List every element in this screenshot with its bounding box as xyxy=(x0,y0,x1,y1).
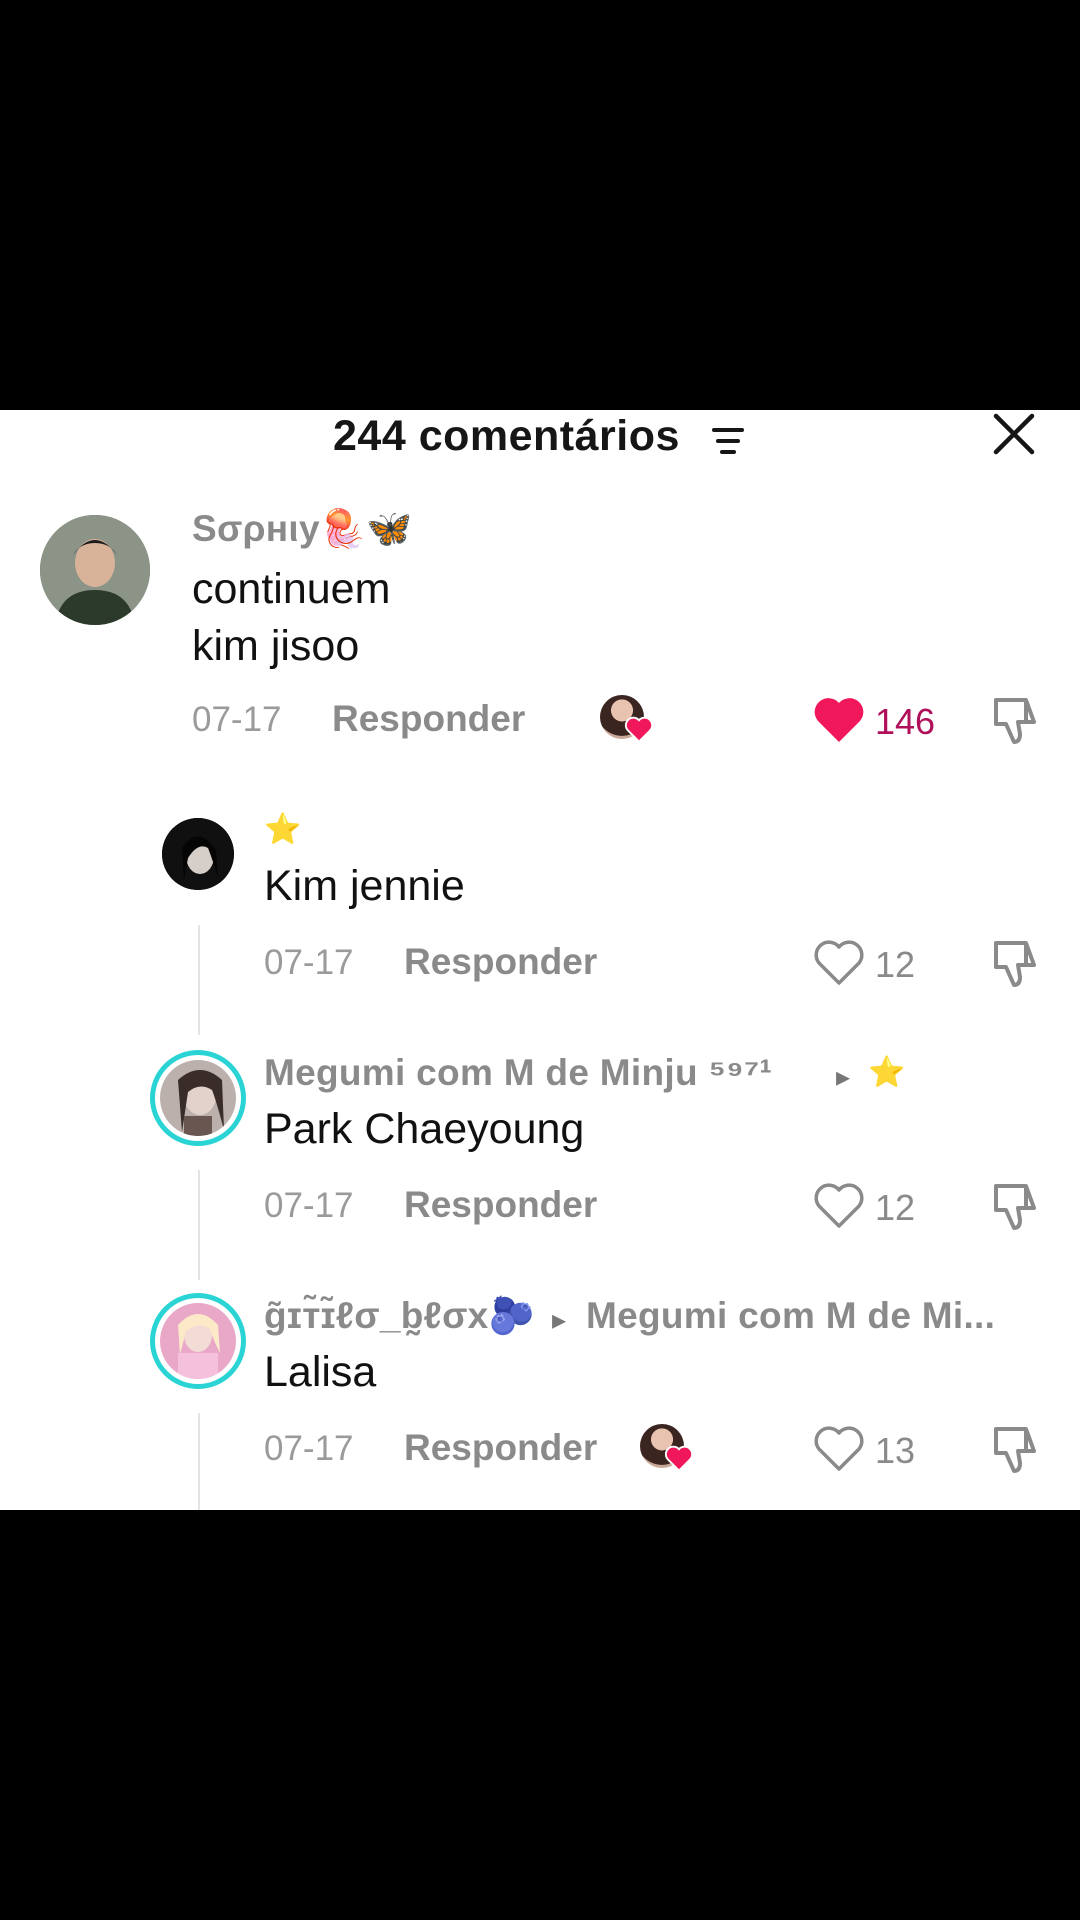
caret-right-icon: ▸ xyxy=(552,1304,567,1335)
reply-date: 07-17 xyxy=(264,1429,354,1468)
reply-username[interactable]: Megumi com M de Minju ⁵⁹⁷¹ xyxy=(264,1052,772,1094)
comment-date: 07-17 xyxy=(192,700,282,739)
reply-username[interactable]: ⭐ xyxy=(264,812,302,847)
like-count: 13 xyxy=(875,1430,916,1471)
thread-line xyxy=(198,1170,200,1280)
avatar[interactable] xyxy=(150,1293,246,1389)
heart-outline-icon[interactable] xyxy=(812,1181,866,1231)
heart-icon xyxy=(624,716,654,743)
creator-liked-badge xyxy=(600,695,658,745)
reply-date: 07-17 xyxy=(264,1186,354,1225)
heart-outline-icon[interactable] xyxy=(812,938,866,988)
like-count: 146 xyxy=(875,701,936,742)
reply-text: Kim jennie xyxy=(264,862,465,910)
comments-count-title: 244 comentários xyxy=(333,412,680,460)
reply-button[interactable]: Responder xyxy=(332,698,525,740)
sort-icon[interactable] xyxy=(712,426,744,456)
reply-button[interactable]: Responder xyxy=(404,1184,597,1226)
avatar[interactable] xyxy=(150,1050,246,1146)
reply-text: Lalisa xyxy=(264,1348,377,1396)
like-count: 12 xyxy=(875,944,916,985)
thread-line xyxy=(198,1413,200,1510)
reply-username[interactable]: g̃ɪт̃ɪ̃ℓσ_b̰ℓσx🫐 xyxy=(264,1295,535,1338)
comment-text-line: continuem xyxy=(192,565,391,613)
comment-username[interactable]: Sσρнιу🪼🦋 xyxy=(192,508,413,551)
reply-button[interactable]: Responder xyxy=(404,941,597,983)
caret-right-icon: ▸ xyxy=(836,1061,851,1092)
creator-liked-badge xyxy=(640,1424,698,1474)
reply-date: 07-17 xyxy=(264,943,354,982)
reply-button[interactable]: Responder xyxy=(404,1427,597,1469)
avatar[interactable] xyxy=(162,818,234,890)
dislike-icon[interactable] xyxy=(988,935,1042,989)
close-icon[interactable] xyxy=(992,412,1036,456)
comments-panel: 244 comentários Sσρнιу🪼🦋 continuem kim j… xyxy=(0,410,1080,1510)
reply-to-username[interactable]: ⭐ xyxy=(868,1055,906,1090)
like-count: 12 xyxy=(875,1187,916,1228)
dislike-icon[interactable] xyxy=(988,692,1042,746)
dislike-icon[interactable] xyxy=(988,1178,1042,1232)
thread-line xyxy=(198,925,200,1035)
comments-header: 244 comentários xyxy=(0,410,1080,460)
reply-text: Park Chaeyoung xyxy=(264,1105,585,1153)
reply-to-username[interactable]: Megumi com M de Mi... xyxy=(586,1295,995,1337)
avatar[interactable] xyxy=(40,515,150,625)
dislike-icon[interactable] xyxy=(988,1421,1042,1475)
comment-text-line: kim jisoo xyxy=(192,622,360,670)
heart-outline-icon[interactable] xyxy=(812,1424,866,1474)
heart-filled-icon[interactable] xyxy=(812,695,866,745)
heart-icon xyxy=(664,1445,694,1472)
